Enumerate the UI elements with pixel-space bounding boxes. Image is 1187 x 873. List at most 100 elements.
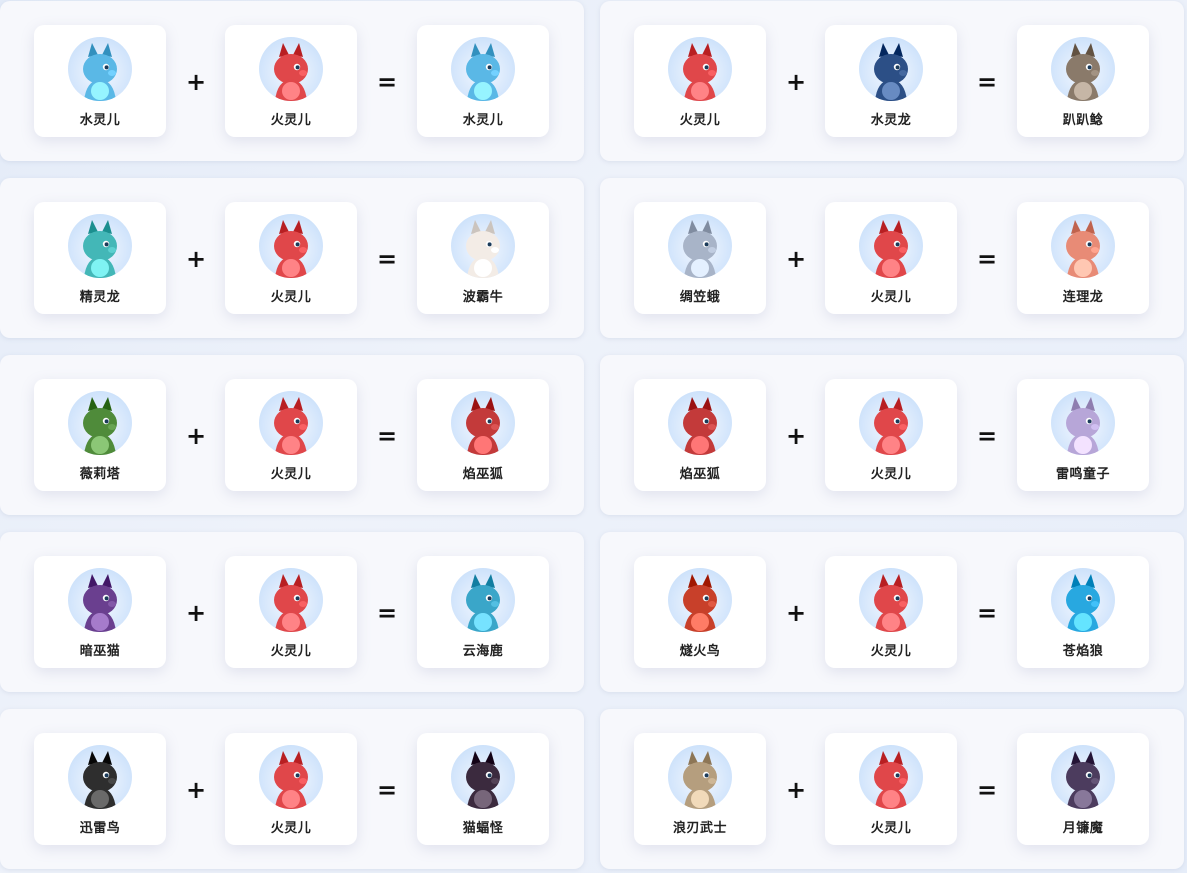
pet-name: 火灵儿 — [870, 821, 912, 836]
fire-sprite-icon — [859, 391, 923, 455]
fire-sprite-icon — [259, 745, 323, 809]
parent-pet-card[interactable]: 薇莉塔 — [34, 379, 166, 491]
pet-name: 精灵龙 — [79, 290, 121, 305]
parent-pet-card[interactable]: 水灵龙 — [825, 25, 957, 137]
parent-pet-card[interactable]: 绸笠蛾 — [634, 202, 766, 314]
cloud-deer-icon — [451, 568, 515, 632]
result-pet-card[interactable]: 雷鸣童子 — [1017, 379, 1149, 491]
fire-sprite-icon — [859, 745, 923, 809]
plus-sign: + — [785, 776, 807, 804]
pet-name: 苍焰狼 — [1062, 644, 1104, 659]
result-pet-card[interactable]: 云海鹿 — [417, 556, 549, 668]
pet-name: 火灵儿 — [270, 821, 312, 836]
combination-panel: 燧火鸟 火灵儿 苍焰狼 + = — [600, 532, 1184, 692]
plus-sign: + — [185, 422, 207, 450]
parent-pet-card[interactable]: 火灵儿 — [825, 733, 957, 845]
thunder-bird-icon — [68, 745, 132, 809]
pet-name: 火灵儿 — [870, 290, 912, 305]
fire-sprite-icon — [859, 214, 923, 278]
equals-sign: = — [376, 245, 398, 273]
equals-sign: = — [376, 599, 398, 627]
fire-sprite-icon — [259, 37, 323, 101]
parent-pet-card[interactable]: 火灵儿 — [225, 733, 357, 845]
pet-name: 焰巫狐 — [679, 467, 721, 482]
equals-sign: = — [976, 599, 998, 627]
equals-sign: = — [376, 776, 398, 804]
pet-name: 连理龙 — [1062, 290, 1104, 305]
parent-pet-card[interactable]: 火灵儿 — [225, 379, 357, 491]
parent-pet-card[interactable]: 火灵儿 — [825, 556, 957, 668]
parent-pet-card[interactable]: 火灵儿 — [825, 379, 957, 491]
plus-sign: + — [185, 776, 207, 804]
result-pet-card[interactable]: 月镰魔 — [1017, 733, 1149, 845]
equals-sign: = — [976, 68, 998, 96]
pet-name: 浪刃武士 — [672, 821, 727, 836]
lotus-dragon-icon — [1051, 214, 1115, 278]
water-sprite-icon — [68, 37, 132, 101]
pet-name: 猫蝠怪 — [462, 821, 504, 836]
plant-witch-icon — [68, 391, 132, 455]
water-dragon-icon — [859, 37, 923, 101]
combination-panel: 水灵儿 火灵儿 水灵儿 + = — [0, 1, 584, 161]
water-sprite-icon — [451, 37, 515, 101]
cat-bat-icon — [451, 745, 515, 809]
combination-panel: 火灵儿 水灵龙 趴趴鲶 + = — [600, 1, 1184, 161]
result-pet-card[interactable]: 水灵儿 — [417, 25, 549, 137]
combination-panel: 精灵龙 火灵儿 波霸牛 + = — [0, 178, 584, 338]
parent-pet-card[interactable]: 火灵儿 — [825, 202, 957, 314]
pet-name: 雷鸣童子 — [1055, 467, 1110, 482]
pet-name: 水灵儿 — [462, 113, 504, 128]
parent-pet-card[interactable]: 焰巫狐 — [634, 379, 766, 491]
pet-name: 迅雷鸟 — [79, 821, 121, 836]
equals-sign: = — [976, 422, 998, 450]
result-pet-card[interactable]: 趴趴鲶 — [1017, 25, 1149, 137]
parent-pet-card[interactable]: 精灵龙 — [34, 202, 166, 314]
fire-sprite-icon — [859, 568, 923, 632]
moon-scythe-icon — [1051, 745, 1115, 809]
parent-pet-card[interactable]: 火灵儿 — [225, 202, 357, 314]
combination-panel: 绸笠蛾 火灵儿 连理龙 + = — [600, 178, 1184, 338]
combination-panel: 薇莉塔 火灵儿 焰巫狐 + = — [0, 355, 584, 515]
pet-name: 焰巫狐 — [462, 467, 504, 482]
breeding-combinations-grid: 水灵儿 火灵儿 水灵儿 + = 火灵儿 水灵龙 趴趴鲶 + = 精灵龙 火灵儿 … — [0, 0, 1187, 873]
sprite-dragon-icon — [68, 214, 132, 278]
result-pet-card[interactable]: 连理龙 — [1017, 202, 1149, 314]
parent-pet-card[interactable]: 火灵儿 — [225, 25, 357, 137]
pet-name: 绸笠蛾 — [679, 290, 721, 305]
parent-pet-card[interactable]: 燧火鸟 — [634, 556, 766, 668]
fire-sprite-icon — [259, 391, 323, 455]
result-pet-card[interactable]: 波霸牛 — [417, 202, 549, 314]
pet-name: 火灵儿 — [270, 290, 312, 305]
plus-sign: + — [785, 245, 807, 273]
plus-sign: + — [185, 245, 207, 273]
pet-name: 燧火鸟 — [679, 644, 721, 659]
plus-sign: + — [185, 68, 207, 96]
combination-panel: 迅雷鸟 火灵儿 猫蝠怪 + = — [0, 709, 584, 869]
result-pet-card[interactable]: 苍焰狼 — [1017, 556, 1149, 668]
pet-name: 云海鹿 — [462, 644, 504, 659]
pet-name: 火灵儿 — [870, 467, 912, 482]
parent-pet-card[interactable]: 火灵儿 — [634, 25, 766, 137]
parent-pet-card[interactable]: 水灵儿 — [34, 25, 166, 137]
pet-name: 月镰魔 — [1062, 821, 1104, 836]
fire-sprite-icon — [259, 568, 323, 632]
dark-witch-cat-icon — [68, 568, 132, 632]
pet-name: 水灵儿 — [79, 113, 121, 128]
combination-panel: 浪刃武士 火灵儿 月镰魔 + = — [600, 709, 1184, 869]
thunder-child-icon — [1051, 391, 1115, 455]
pet-name: 波霸牛 — [462, 290, 504, 305]
fire-sprite-icon — [668, 37, 732, 101]
result-pet-card[interactable]: 焰巫狐 — [417, 379, 549, 491]
parent-pet-card[interactable]: 迅雷鸟 — [34, 733, 166, 845]
parent-pet-card[interactable]: 浪刃武士 — [634, 733, 766, 845]
fire-bird-icon — [668, 568, 732, 632]
catfish-icon — [1051, 37, 1115, 101]
equals-sign: = — [976, 245, 998, 273]
azure-wolf-icon — [1051, 568, 1115, 632]
pet-name: 暗巫猫 — [79, 644, 121, 659]
parent-pet-card[interactable]: 火灵儿 — [225, 556, 357, 668]
plus-sign: + — [785, 68, 807, 96]
result-pet-card[interactable]: 猫蝠怪 — [417, 733, 549, 845]
flame-fox-icon — [668, 391, 732, 455]
parent-pet-card[interactable]: 暗巫猫 — [34, 556, 166, 668]
